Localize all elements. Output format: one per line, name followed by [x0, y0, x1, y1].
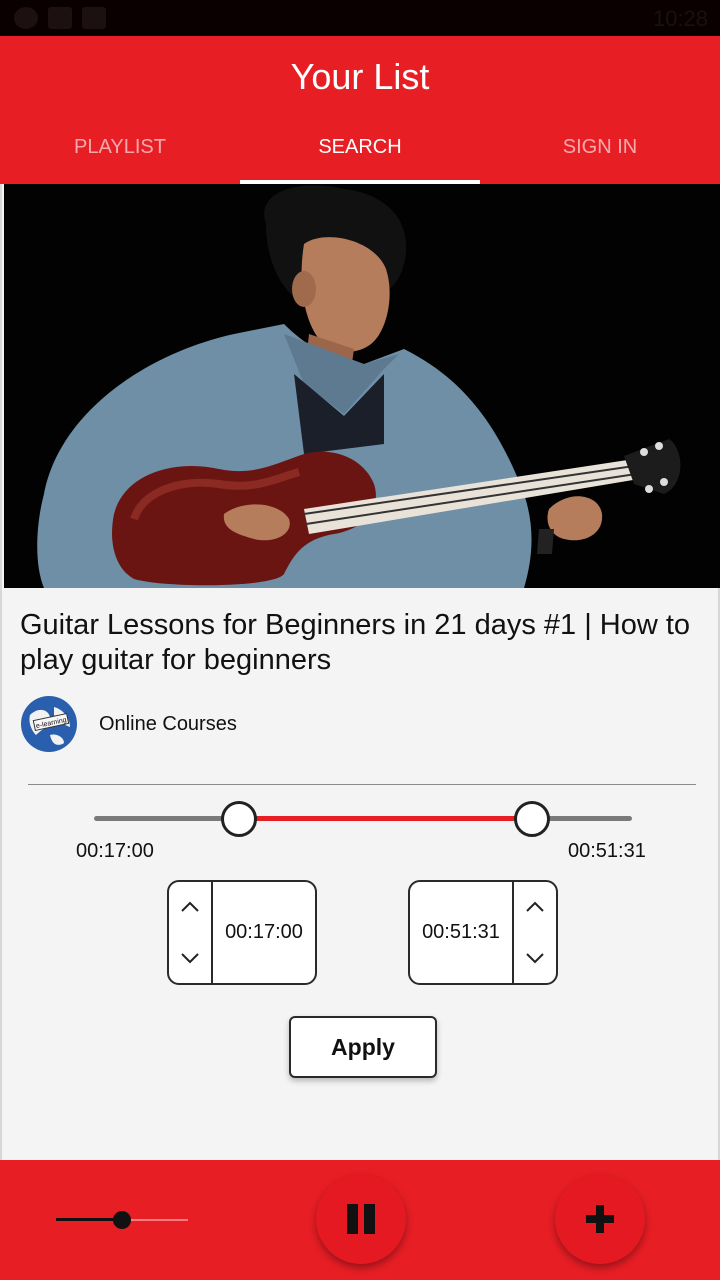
chevron-up-icon: [526, 901, 544, 912]
player-bar: [0, 1160, 720, 1280]
time-range-slider[interactable]: [94, 801, 632, 837]
video-title: Guitar Lessons for Beginners in 21 days …: [20, 609, 691, 676]
end-decrement-button[interactable]: [514, 933, 556, 984]
notification-icon: [14, 7, 38, 29]
image-icon: [48, 7, 72, 29]
tab-search[interactable]: SEARCH: [240, 128, 480, 184]
volume-handle[interactable]: [113, 1211, 131, 1229]
add-button[interactable]: [555, 1174, 645, 1264]
range-end-handle[interactable]: [514, 801, 551, 837]
tab-playlist[interactable]: PLAYLIST: [0, 128, 240, 184]
plus-icon: [586, 1205, 614, 1233]
end-increment-button[interactable]: [514, 882, 556, 933]
channel-avatar[interactable]: e-learning: [20, 695, 78, 753]
start-time-value[interactable]: 00:17:00: [213, 882, 315, 983]
end-time-value[interactable]: 00:51:31: [410, 882, 512, 983]
pause-icon: [347, 1204, 375, 1234]
divider: [28, 784, 696, 785]
status-icons: [14, 7, 106, 29]
video-player[interactable]: [4, 184, 720, 588]
range-selected-fill: [238, 816, 533, 821]
end-stepper-arrows: [512, 882, 556, 983]
tab-sign-in[interactable]: SIGN IN: [480, 128, 720, 184]
status-bar: 10:28: [0, 0, 720, 36]
video-frame-image: [4, 184, 720, 588]
video-icon: [82, 7, 106, 29]
main-content: Guitar Lessons for Beginners in 21 days …: [0, 184, 720, 1160]
start-stepper-arrows: [169, 882, 213, 983]
globe-logo-icon: e-learning: [21, 696, 77, 752]
range-end-label: 00:51:31: [568, 840, 646, 862]
pause-button[interactable]: [316, 1174, 406, 1264]
volume-slider[interactable]: [56, 1211, 188, 1229]
app-bar: Your List PLAYLIST SEARCH SIGN IN: [0, 36, 720, 184]
start-time-stepper: 00:17:00: [167, 880, 317, 985]
end-time-stepper: 00:51:31: [408, 880, 558, 985]
chevron-down-icon: [181, 953, 199, 964]
channel-name[interactable]: Online Courses: [99, 713, 237, 736]
range-start-handle[interactable]: [220, 801, 257, 837]
chevron-down-icon: [526, 953, 544, 964]
tab-bar: PLAYLIST SEARCH SIGN IN: [0, 128, 720, 184]
app-title: Your List: [290, 56, 430, 97]
range-start-label: 00:17:00: [76, 840, 154, 862]
status-clock: 10:28: [652, 6, 708, 31]
start-increment-button[interactable]: [169, 882, 211, 933]
chevron-up-icon: [181, 901, 199, 912]
channel-row[interactable]: e-learning Online Courses: [20, 694, 237, 754]
start-decrement-button[interactable]: [169, 933, 211, 984]
apply-button[interactable]: Apply: [289, 1016, 437, 1078]
